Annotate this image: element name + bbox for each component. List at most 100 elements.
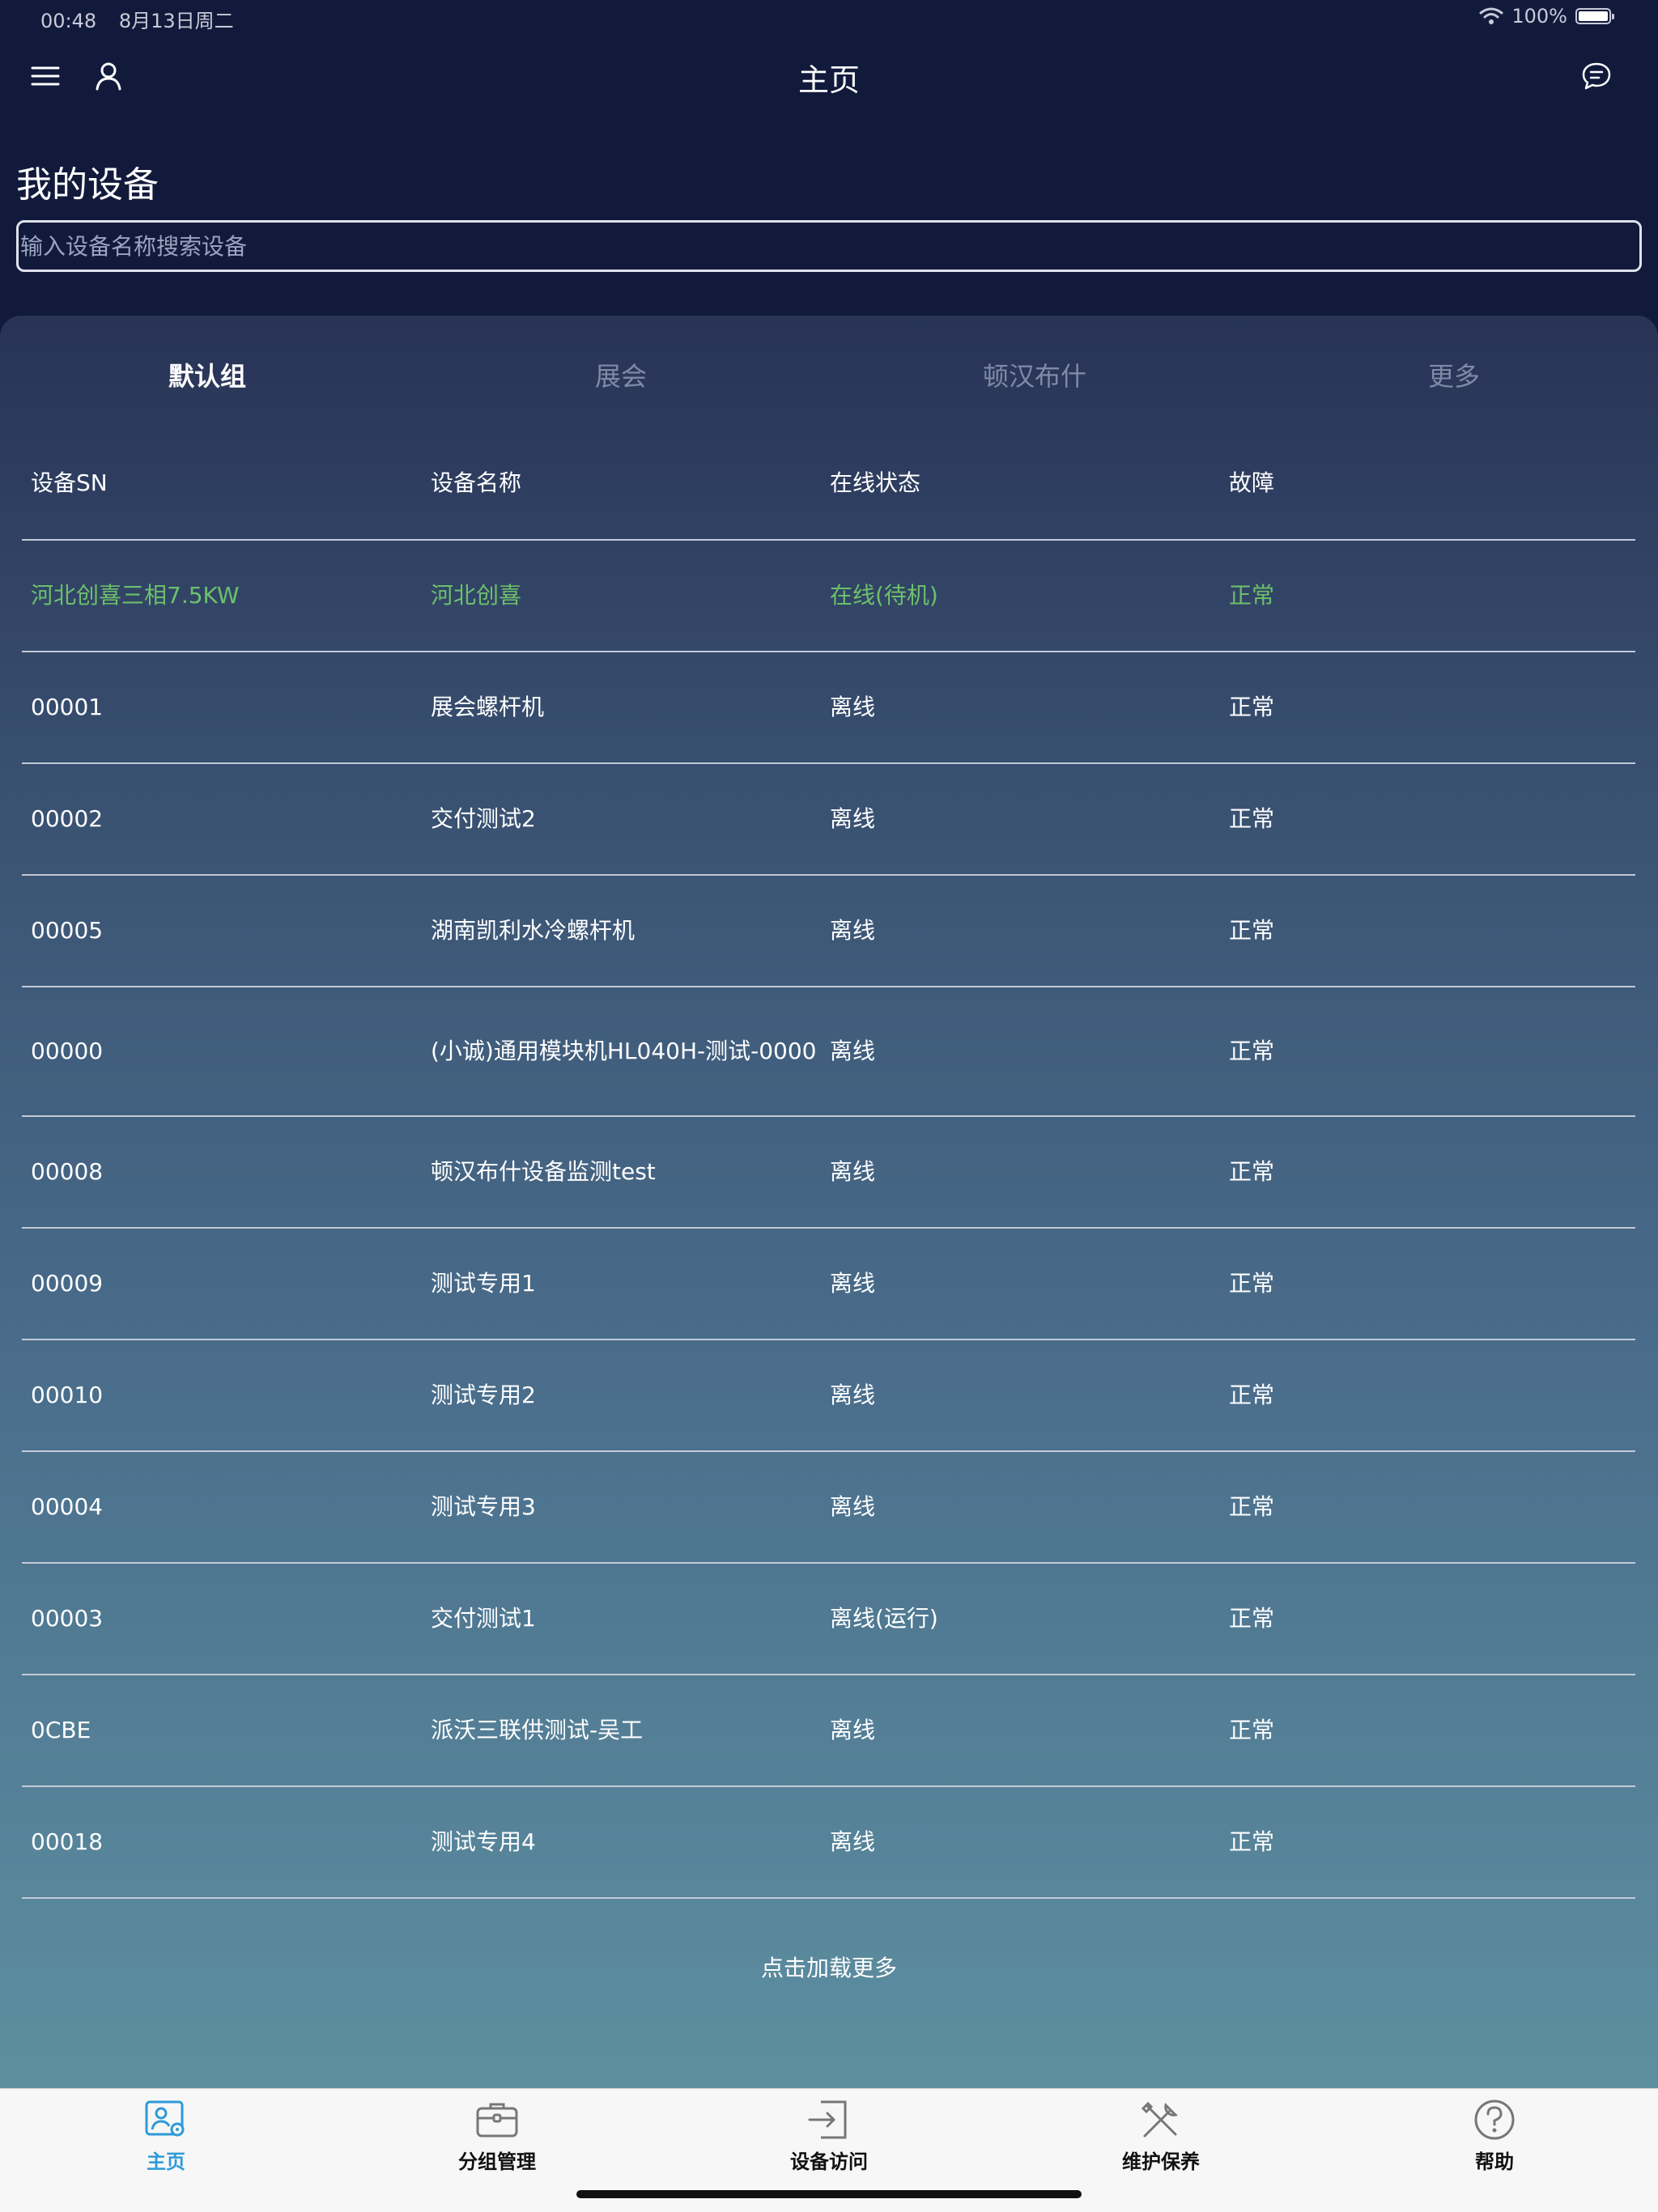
table-row[interactable]: 00002 交付测试2 离线 正常	[22, 764, 1635, 876]
cell-name: (小诚)通用模块机HL040H-测试-0000	[431, 1037, 817, 1064]
cell-name: 测试专用4	[431, 1828, 536, 1855]
table-row[interactable]: 00010 测试专用2 离线 正常	[22, 1340, 1635, 1452]
tabbar-label: 分组管理	[458, 2150, 536, 2173]
cell-name: 湖南凯利水冷螺杆机	[431, 916, 636, 944]
tabbar-label: 主页	[147, 2150, 185, 2173]
cell-sn: 00000	[31, 1037, 104, 1064]
status-date: 8月13日周二	[118, 10, 234, 32]
tabbar-device-access[interactable]: 设备访问	[740, 2097, 918, 2174]
cell-status: 离线	[830, 1269, 876, 1297]
cell-fault: 正常	[1229, 1716, 1275, 1743]
cell-status: 离线	[830, 1037, 876, 1064]
cell-sn: 00018	[31, 1828, 104, 1855]
table-row[interactable]: 00004 测试专用3 离线 正常	[22, 1452, 1635, 1564]
cell-fault: 正常	[1229, 1037, 1275, 1064]
header-fault: 故障	[1229, 469, 1275, 496]
table-row[interactable]: 00009 测试专用1 离线 正常	[22, 1229, 1635, 1340]
chat-icon[interactable]	[1577, 57, 1616, 96]
load-more-button[interactable]: 点击加载更多	[0, 1951, 1658, 1983]
page-title: 主页	[797, 62, 860, 98]
tabbar-maintenance[interactable]: 维护保养	[1072, 2097, 1250, 2174]
cell-sn: 00002	[31, 805, 104, 832]
header-sn: 设备SN	[31, 469, 108, 496]
cell-status: 离线	[830, 1492, 876, 1520]
battery-icon	[1575, 8, 1614, 24]
table-row[interactable]: 河北创喜三相7.5KW 河北创喜 在线(待机) 正常	[22, 541, 1635, 652]
cell-name: 交付测试2	[431, 805, 536, 832]
status-right: 100%	[1479, 5, 1614, 28]
cell-name: 测试专用1	[431, 1269, 536, 1297]
home-indicator	[576, 2190, 1082, 2198]
cell-fault: 正常	[1229, 581, 1275, 609]
cell-fault: 正常	[1229, 1381, 1275, 1408]
cell-sn: 00005	[31, 916, 104, 944]
table-row[interactable]: 00018 测试专用4 离线 正常	[22, 1787, 1635, 1899]
cell-sn: 0CBE	[31, 1716, 91, 1743]
table-row[interactable]: 00000 (小诚)通用模块机HL040H-测试-0000 离线 正常	[22, 987, 1635, 1117]
status-bar: 00:48 8月13日周二 100%	[0, 0, 1658, 37]
cell-fault: 正常	[1229, 1492, 1275, 1520]
table-row[interactable]: 00005 湖南凯利水冷螺杆机 离线 正常	[22, 876, 1635, 987]
battery-percent: 100%	[1511, 5, 1567, 28]
tabbar-label: 设备访问	[790, 2150, 868, 2173]
status-time: 00:48	[40, 10, 97, 32]
header-name: 设备名称	[431, 469, 522, 496]
cell-status: 离线	[830, 1157, 876, 1185]
cell-status: 离线	[830, 1716, 876, 1743]
cell-sn: 00009	[31, 1269, 104, 1297]
table-row[interactable]: 00003 交付测试1 离线(运行) 正常	[22, 1564, 1635, 1675]
cell-status: 离线	[830, 693, 876, 720]
cell-status: 离线	[830, 805, 876, 832]
cell-fault: 正常	[1229, 1269, 1275, 1297]
nav-bar: 主页	[0, 45, 1658, 107]
briefcase-icon	[476, 2103, 518, 2138]
cell-fault: 正常	[1229, 1828, 1275, 1855]
table-row[interactable]: 0CBE 派沃三联供测试-吴工 离线 正常	[22, 1675, 1635, 1787]
cell-sn: 00003	[31, 1604, 104, 1632]
tools-icon	[1141, 2101, 1178, 2138]
help-icon	[1474, 2099, 1515, 2140]
table-row[interactable]: 00001 展会螺杆机 离线 正常	[22, 652, 1635, 764]
tabbar-group-management[interactable]: 分组管理	[408, 2097, 586, 2174]
tabbar-label: 帮助	[1475, 2150, 1514, 2173]
tabbar-help[interactable]: 帮助	[1405, 2097, 1584, 2174]
tabbar-label: 维护保养	[1122, 2150, 1200, 2173]
section-title: 我的设备	[16, 164, 159, 206]
device-table: 设备SN 设备名称 在线状态 故障 河北创喜三相7.5KW 河北创喜 在线(待机…	[22, 427, 1635, 1899]
cell-sn: 00008	[31, 1157, 104, 1185]
device-search-input[interactable]	[16, 220, 1642, 272]
cell-fault: 正常	[1229, 916, 1275, 944]
cell-sn: 00001	[31, 693, 104, 720]
cell-sn: 河北创喜三相7.5KW	[31, 581, 240, 609]
cell-status: 离线(运行)	[830, 1604, 938, 1632]
tab-more[interactable]: 更多	[1333, 356, 1575, 393]
tab-default-group[interactable]: 默认组	[86, 356, 329, 393]
table-row[interactable]: 00008 顿汉布什设备监测test 离线 正常	[22, 1117, 1635, 1229]
header-status: 在线状态	[830, 469, 921, 496]
device-panel: 默认组 展会 顿汉布什 更多 设备SN 设备名称 在线状态 故障 河北创喜三相7…	[0, 316, 1658, 2088]
cell-fault: 正常	[1229, 693, 1275, 720]
cell-status: 在线(待机)	[830, 581, 938, 609]
cell-fault: 正常	[1229, 1604, 1275, 1632]
cell-name: 顿汉布什设备监测test	[431, 1157, 656, 1185]
cell-sn: 00010	[31, 1381, 104, 1408]
home-device-icon	[145, 2100, 185, 2137]
tab-dunham-bush[interactable]: 顿汉布什	[913, 356, 1156, 393]
table-header: 设备SN 设备名称 在线状态 故障	[22, 427, 1635, 541]
cell-name: 派沃三联供测试-吴工	[431, 1716, 644, 1743]
cell-status: 离线	[830, 916, 876, 944]
cell-fault: 正常	[1229, 1157, 1275, 1185]
login-arrow-icon	[808, 2100, 847, 2139]
cell-fault: 正常	[1229, 805, 1275, 832]
tab-exhibition[interactable]: 展会	[500, 356, 742, 393]
group-tabs: 默认组 展会 顿汉布什 更多	[0, 356, 1658, 405]
cell-name: 测试专用3	[431, 1492, 536, 1520]
tabbar-home[interactable]: 主页	[77, 2097, 255, 2174]
cell-name: 展会螺杆机	[431, 693, 545, 720]
wifi-icon	[1479, 7, 1503, 24]
cell-status: 离线	[830, 1828, 876, 1855]
cell-name: 测试专用2	[431, 1381, 536, 1408]
cell-name: 河北创喜	[431, 581, 522, 609]
cell-sn: 00004	[31, 1492, 104, 1520]
cell-name: 交付测试1	[431, 1604, 536, 1632]
